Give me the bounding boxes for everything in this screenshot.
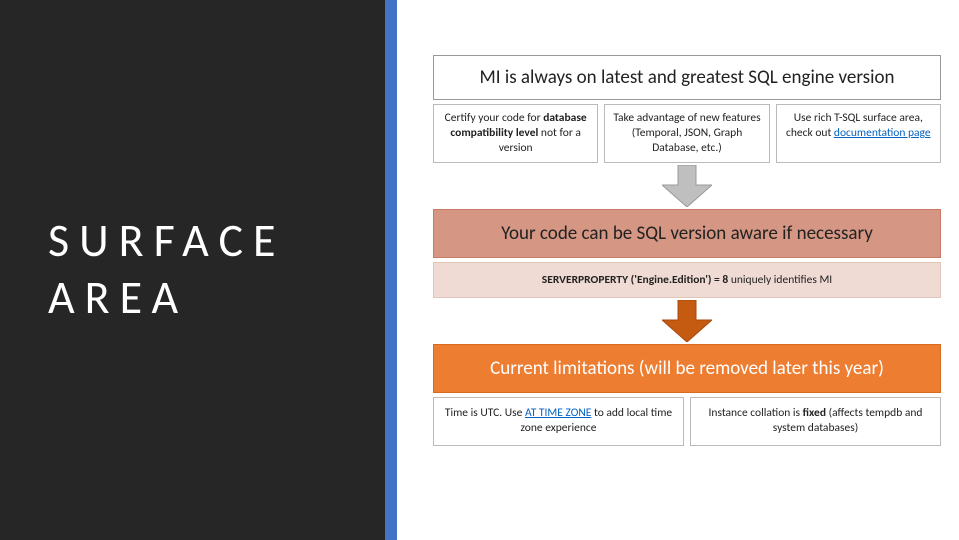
section2-header-text: Your code can be SQL version aware if ne…	[501, 222, 873, 245]
at-time-zone-link[interactable]: AT TIME ZONE	[525, 406, 591, 420]
arrow-down-icon	[662, 300, 712, 342]
section1-cell-3: Use rich T-SQL surface area, check out d…	[776, 104, 941, 163]
sidebar: SURFACE AREA	[0, 0, 385, 540]
content-area: MI is always on latest and greatest SQL …	[385, 0, 959, 540]
section1-cell-1: Certify your code for database compatibi…	[433, 104, 598, 163]
section3-cell-2: Instance collation is fixed (affects tem…	[690, 397, 941, 446]
section3-header-text: Current limitations (will be removed lat…	[490, 357, 884, 380]
arrow-1	[433, 165, 941, 207]
section2-sub: SERVERPROPERTY ('Engine.Edition') = 8 un…	[433, 262, 941, 298]
section3-row: Time is UTC. Use AT TIME ZONE to add loc…	[433, 397, 941, 446]
section1-row: Certify your code for database compatibi…	[433, 104, 941, 163]
section1-header-text: MI is always on latest and greatest SQL …	[480, 66, 895, 89]
title-line-1: SURFACE	[48, 213, 285, 269]
arrow-2	[433, 300, 941, 342]
documentation-link[interactable]: documentation page	[834, 126, 931, 140]
arrow-down-icon	[662, 165, 712, 207]
section3-header: Current limitations (will be removed lat…	[433, 344, 941, 393]
section2-header: Your code can be SQL version aware if ne…	[433, 209, 941, 258]
title-line-2: AREA	[48, 270, 188, 326]
section3-cell-1: Time is UTC. Use AT TIME ZONE to add loc…	[433, 397, 684, 446]
slide-title: SURFACE AREA	[0, 213, 305, 328]
section1-header: MI is always on latest and greatest SQL …	[433, 55, 941, 100]
section1-cell-2: Take advantage of new features (Temporal…	[604, 104, 769, 163]
